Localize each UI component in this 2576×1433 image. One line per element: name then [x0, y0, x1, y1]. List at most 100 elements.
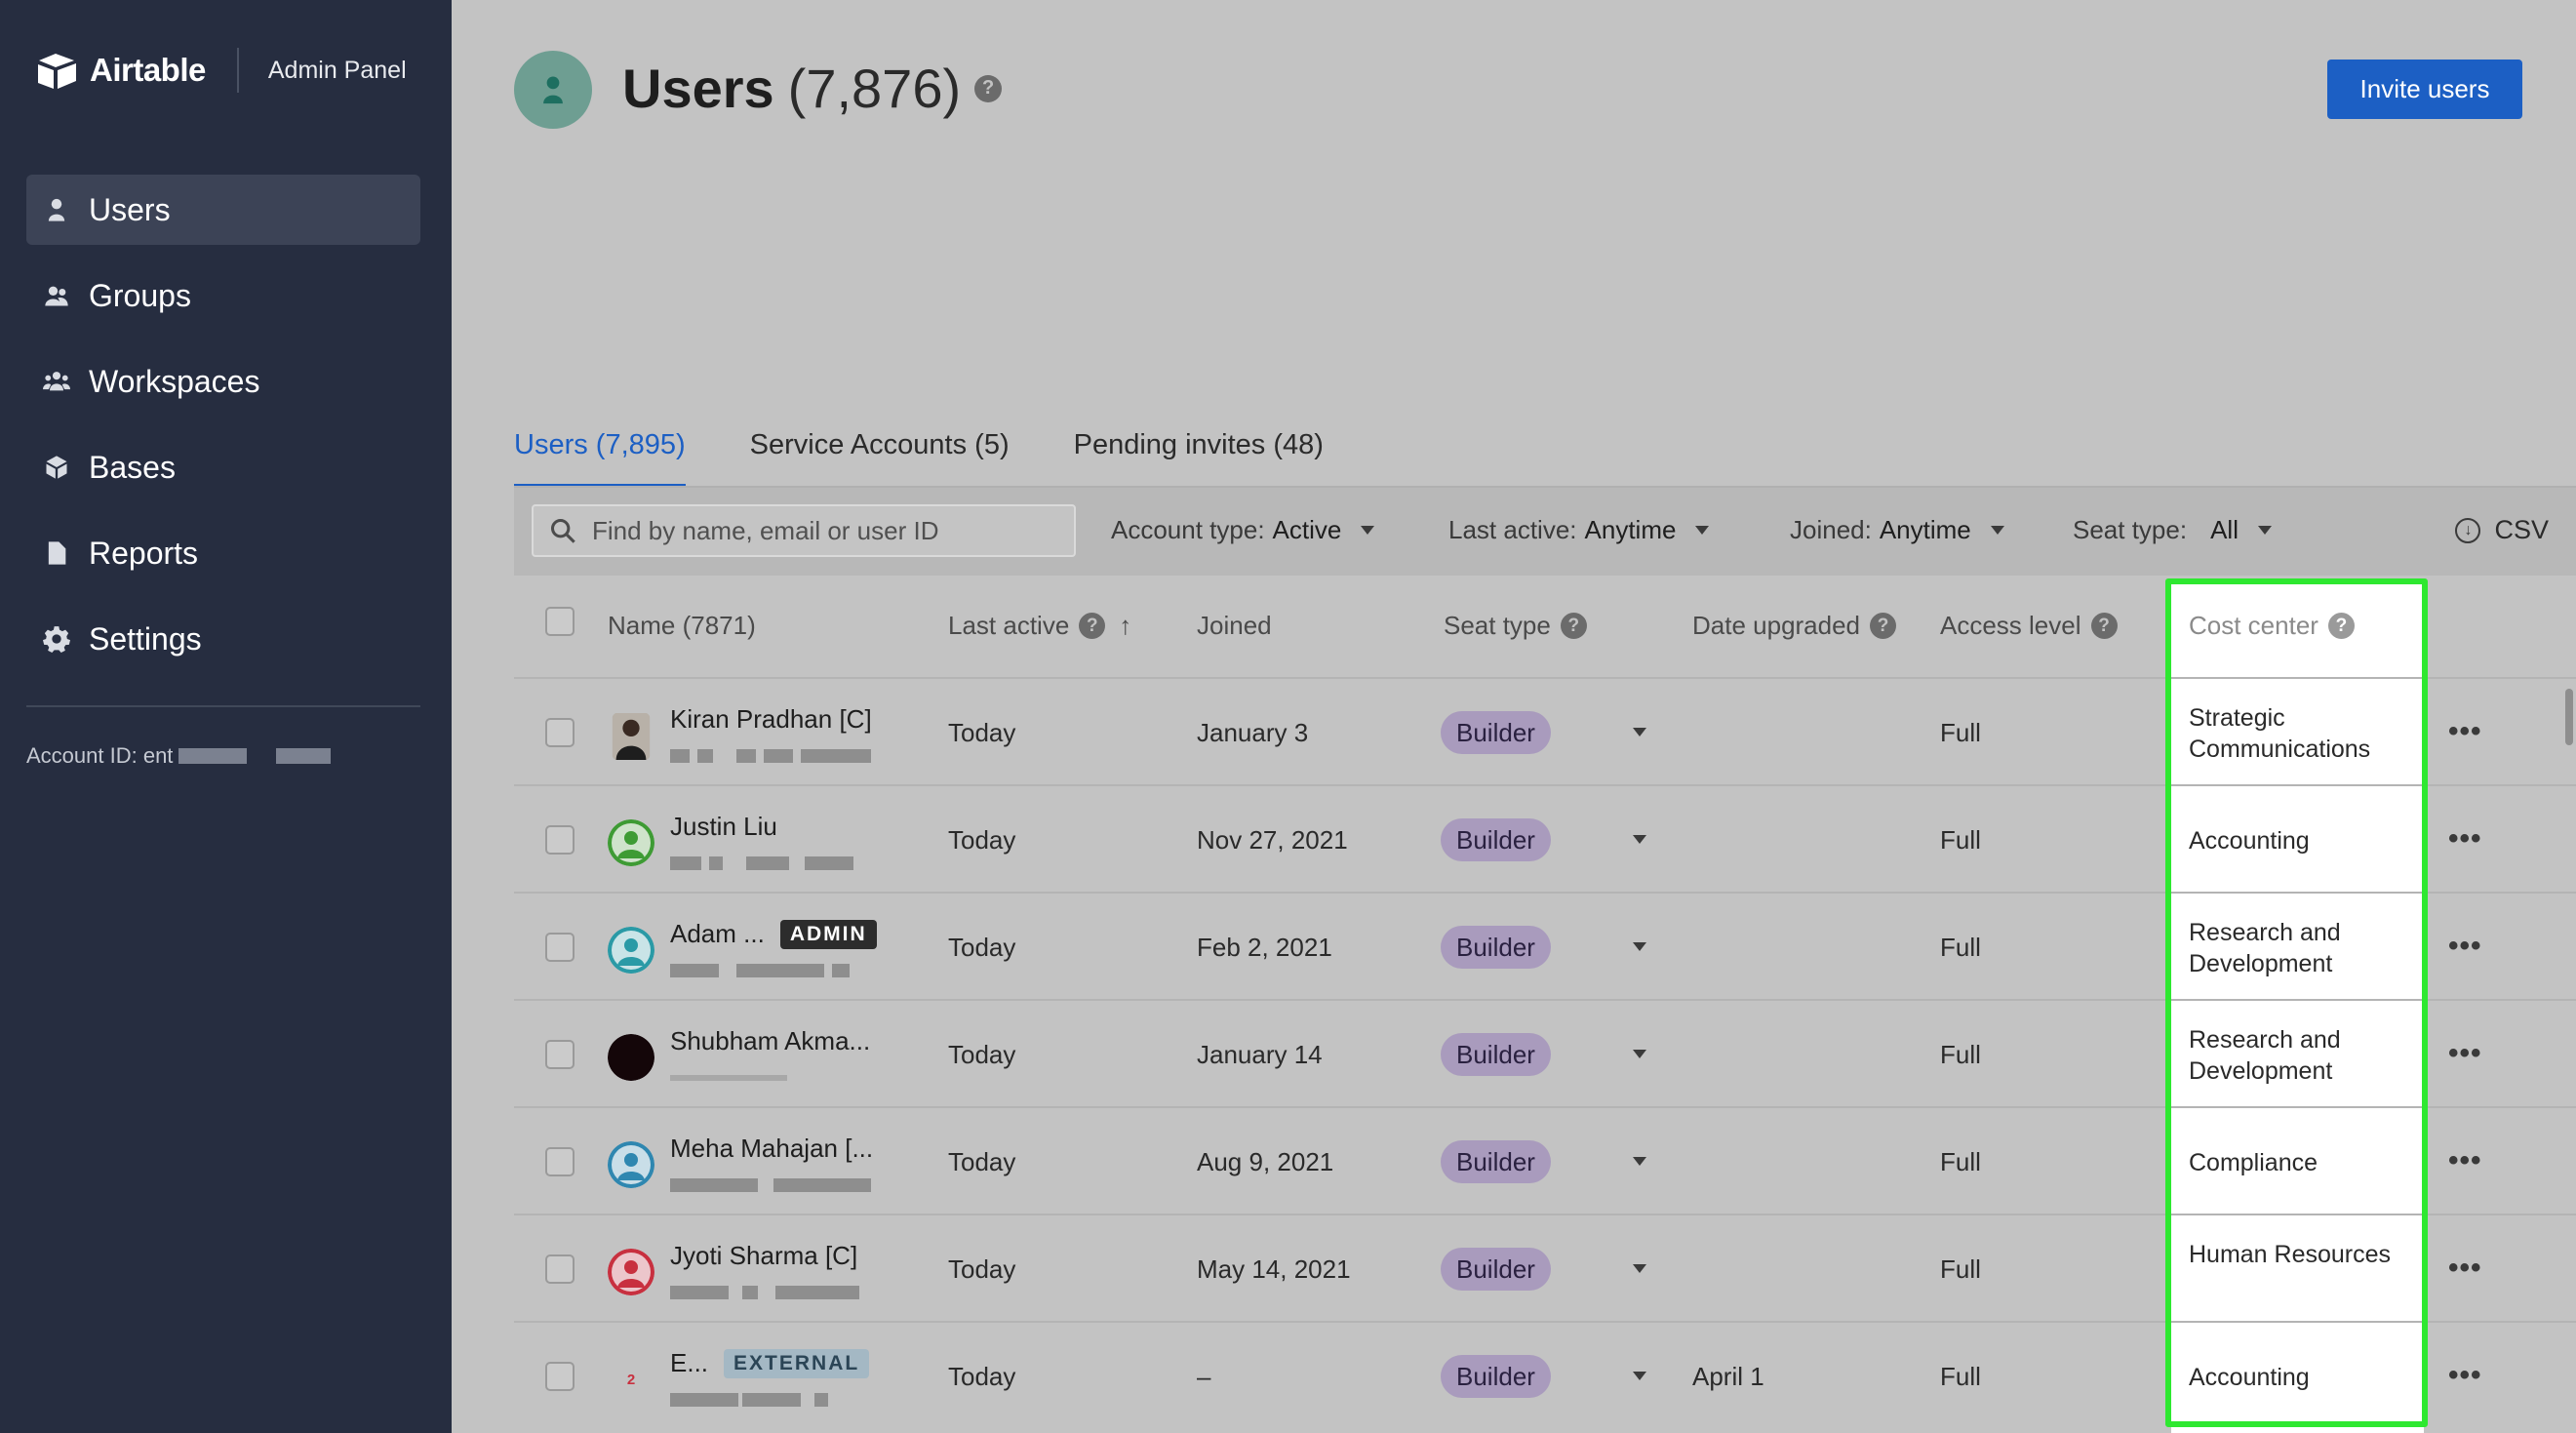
- sidebar-item-settings[interactable]: Settings: [26, 604, 420, 674]
- sidebar-item-reports[interactable]: Reports: [26, 518, 420, 588]
- redacted-email: [670, 1393, 836, 1407]
- column-header-date-upgraded[interactable]: Date upgraded ?: [1692, 611, 1897, 641]
- more-options-icon[interactable]: •••: [2448, 1146, 2482, 1175]
- joined-cell: Aug 9, 2021: [1197, 1147, 1334, 1176]
- help-icon[interactable]: ?: [1560, 613, 1587, 639]
- scrollbar-thumb[interactable]: [2565, 689, 2573, 745]
- sidebar-item-users[interactable]: Users: [26, 175, 420, 245]
- more-options-icon[interactable]: •••: [2448, 932, 2482, 961]
- csv-download-button[interactable]: ↓ CSV: [2455, 515, 2549, 545]
- seat-type-pill[interactable]: Builder: [1441, 1140, 1551, 1183]
- brand-separator: [236, 48, 239, 93]
- row-checkbox[interactable]: [545, 718, 575, 747]
- admin-panel-label: Admin Panel: [267, 56, 407, 84]
- row-checkbox[interactable]: [545, 825, 575, 855]
- row-checkbox[interactable]: [545, 1362, 575, 1391]
- chevron-down-icon[interactable]: [1633, 1372, 1646, 1380]
- user-name-text: Shubham Akma...: [670, 1026, 871, 1055]
- last-active-cell: Today: [948, 825, 1016, 855]
- joined-cell: January 3: [1197, 718, 1309, 747]
- page-title-text: Users: [622, 58, 774, 119]
- sidebar-item-label: Workspaces: [89, 363, 260, 399]
- tab-users[interactable]: Users (7,895): [514, 429, 686, 488]
- cost-center-cell: Research and Development: [2189, 1026, 2341, 1085]
- filter-last-active[interactable]: Last active: Anytime: [1448, 515, 1710, 545]
- more-options-icon[interactable]: •••: [2448, 1039, 2482, 1068]
- row-checkbox[interactable]: [545, 1254, 575, 1284]
- avatar: [608, 927, 654, 974]
- more-options-icon[interactable]: •••: [2448, 717, 2482, 746]
- user-name-text: E...: [670, 1348, 709, 1377]
- search-box[interactable]: [532, 504, 1076, 557]
- sort-ascending-icon[interactable]: ↑: [1119, 611, 1131, 641]
- row-checkbox[interactable]: [545, 1040, 575, 1069]
- help-icon[interactable]: ?: [974, 74, 1003, 102]
- seat-type-pill[interactable]: Builder: [1441, 1355, 1551, 1398]
- help-icon[interactable]: ?: [2327, 613, 2355, 639]
- seat-type-pill[interactable]: Builder: [1441, 1033, 1551, 1076]
- last-active-cell: Today: [948, 1147, 1016, 1176]
- avatar: [612, 712, 651, 761]
- column-label: Date upgraded: [1692, 611, 1861, 640]
- seat-type-pill[interactable]: Builder: [1441, 711, 1551, 754]
- column-header-name[interactable]: Name (7871): [608, 611, 756, 641]
- avatar: [608, 1034, 654, 1081]
- filter-label: Seat type:: [2073, 515, 2188, 544]
- user-name-text: Meha Mahajan [...: [670, 1134, 874, 1163]
- tab-service-accounts[interactable]: Service Accounts (5): [750, 429, 1010, 488]
- column-header-access-level[interactable]: Access level ?: [1940, 611, 2118, 641]
- table-row[interactable]: Meha Mahajan [... Today Aug 9, 2021 Buil…: [514, 1108, 2576, 1215]
- seat-type-pill[interactable]: Builder: [1441, 818, 1551, 861]
- help-icon[interactable]: ?: [1870, 613, 1897, 639]
- redacted-text: [178, 748, 248, 764]
- account-id: Account ID: ent: [26, 743, 332, 769]
- brand[interactable]: Airtable Admin Panel: [35, 47, 407, 94]
- table-row[interactable]: Justin Liu Today Nov 27, 2021 Builder Fu…: [514, 786, 2576, 894]
- table-row[interactable]: Jyoti Sharma [C] Today May 14, 2021 Buil…: [514, 1215, 2576, 1323]
- chevron-down-icon[interactable]: [1633, 728, 1646, 736]
- more-options-icon[interactable]: •••: [2448, 1254, 2482, 1283]
- row-checkbox[interactable]: [545, 933, 575, 962]
- filter-joined[interactable]: Joined: Anytime: [1790, 515, 2004, 545]
- chevron-down-icon[interactable]: [1633, 942, 1646, 951]
- seat-type-pill[interactable]: Builder: [1441, 926, 1551, 969]
- chevron-down-icon[interactable]: [1633, 1264, 1646, 1273]
- chevron-down-icon[interactable]: [1633, 1050, 1646, 1058]
- sidebar-item-groups[interactable]: Groups: [26, 260, 420, 331]
- seat-type-pill[interactable]: Builder: [1441, 1248, 1551, 1291]
- last-active-cell: Today: [948, 933, 1016, 962]
- user-photo-icon: [608, 1034, 654, 1081]
- search-input[interactable]: [592, 515, 1060, 546]
- table-row[interactable]: Kiran Pradhan [C] Today January 3 Builde…: [514, 679, 2576, 786]
- row-checkbox[interactable]: [545, 1147, 575, 1176]
- access-level-cell: Full: [1940, 1147, 1981, 1176]
- help-icon[interactable]: ?: [2090, 613, 2118, 639]
- column-header-seat-type[interactable]: Seat type ?: [1444, 611, 1587, 641]
- avatar-text: 2: [626, 1371, 636, 1388]
- avatar: [608, 1141, 654, 1188]
- column-header-last-active[interactable]: Last active ? ↑: [948, 611, 1131, 641]
- filter-label: Account type:: [1111, 515, 1265, 544]
- chevron-down-icon[interactable]: [1633, 835, 1646, 844]
- tab-pending-invites[interactable]: Pending invites (48): [1074, 429, 1324, 488]
- filter-account-type[interactable]: Account type: Active: [1111, 515, 1375, 545]
- column-header-joined[interactable]: Joined: [1197, 611, 1272, 641]
- sidebar-item-bases[interactable]: Bases: [26, 432, 420, 502]
- invite-users-button[interactable]: Invite users: [2327, 60, 2522, 119]
- select-all-checkbox[interactable]: [545, 607, 575, 636]
- filter-seat-type[interactable]: Seat type: All: [2073, 515, 2272, 545]
- external-badge: EXTERNAL: [724, 1348, 870, 1378]
- table-row[interactable]: Adam ... ADMIN Today Feb 2, 2021 Builder…: [514, 894, 2576, 1001]
- column-header-cost-center[interactable]: Cost center ?: [2189, 611, 2355, 641]
- help-icon[interactable]: ?: [1079, 613, 1106, 639]
- access-level-cell: Full: [1940, 1362, 1981, 1391]
- airtable-logo-icon: [38, 54, 76, 89]
- chevron-down-icon[interactable]: [1633, 1157, 1646, 1166]
- cost-center-cell: Compliance: [2189, 1149, 2318, 1176]
- joined-cell: May 14, 2021: [1197, 1254, 1351, 1284]
- more-options-icon[interactable]: •••: [2448, 824, 2482, 854]
- table-row[interactable]: 2 E... EXTERNAL Today – Builder April 1 …: [514, 1323, 2576, 1430]
- more-options-icon[interactable]: •••: [2448, 1361, 2482, 1390]
- sidebar-item-workspaces[interactable]: Workspaces: [26, 346, 420, 417]
- table-row[interactable]: Shubham Akma... Today January 14 Builder…: [514, 1001, 2576, 1108]
